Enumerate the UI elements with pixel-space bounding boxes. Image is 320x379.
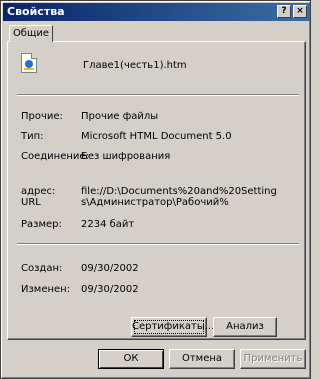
certificates-button[interactable]: Сертификаты... xyxy=(131,317,214,337)
close-button[interactable]: × xyxy=(293,5,307,18)
address-label: адрес: xyxy=(21,186,56,197)
address-value: file://D:\Documents%20and%20Settings\Адм… xyxy=(81,186,277,208)
html-document-icon xyxy=(21,53,37,73)
created-value: 09/30/2002 xyxy=(81,263,139,274)
size-value: 2234 байт xyxy=(81,219,135,230)
opens-with-label: Прочие: xyxy=(21,111,63,122)
file-name: Главе1(честь1).htm xyxy=(83,60,187,71)
window-title: Свойства xyxy=(7,5,65,18)
opens-with-value: Прочие файлы xyxy=(81,111,159,122)
properties-window: Свойства ? × Общие Главе1(честь1).htm Пр… xyxy=(0,0,311,379)
connection-value: Без шифрования xyxy=(81,151,171,162)
modified-label: Изменен: xyxy=(21,284,71,295)
title-bar[interactable]: Свойства ? × xyxy=(3,3,310,21)
ok-button[interactable]: ОК xyxy=(98,349,164,369)
cancel-button[interactable]: Отмена xyxy=(169,349,235,369)
connection-label: Соединение: xyxy=(21,151,89,162)
type-value: Microsoft HTML Document 5.0 xyxy=(81,131,232,142)
close-icon: × xyxy=(296,6,304,16)
url-label: URL xyxy=(21,197,41,208)
separator xyxy=(17,94,299,96)
help-icon: ? xyxy=(281,6,287,16)
separator xyxy=(17,243,299,245)
apply-button: Применить xyxy=(240,349,306,369)
help-button[interactable]: ? xyxy=(277,5,291,18)
tab-general[interactable]: Общие xyxy=(9,25,53,42)
size-label: Размер: xyxy=(21,219,62,230)
analyze-button[interactable]: Анализ xyxy=(213,317,277,337)
type-label: Тип: xyxy=(21,131,44,142)
created-label: Создан: xyxy=(21,263,63,274)
modified-value: 09/30/2002 xyxy=(81,284,139,295)
